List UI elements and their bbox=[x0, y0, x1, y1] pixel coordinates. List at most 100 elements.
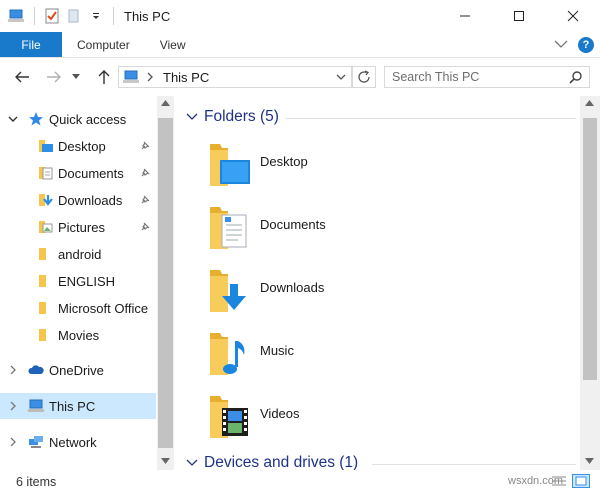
computer-icon bbox=[28, 399, 44, 412]
computer-icon bbox=[123, 70, 139, 83]
address-path[interactable]: This PC bbox=[163, 70, 209, 85]
forward-button[interactable] bbox=[40, 63, 68, 91]
view-switcher bbox=[550, 474, 590, 488]
folder-tile-desktop[interactable]: Desktop bbox=[208, 140, 468, 192]
toolbar-divider bbox=[34, 7, 35, 25]
computer-icon[interactable] bbox=[8, 7, 26, 25]
sidebar-item-english[interactable]: ENGLISH bbox=[0, 268, 156, 294]
chevron-down-icon[interactable] bbox=[7, 113, 19, 125]
nav-scrollbar-thumb[interactable] bbox=[158, 118, 173, 448]
downloads-folder-icon bbox=[210, 270, 246, 312]
chevron-right-icon[interactable] bbox=[7, 436, 19, 448]
folder-icon bbox=[39, 302, 46, 314]
folder-icon bbox=[39, 329, 46, 341]
sidebar-item-android[interactable]: android bbox=[0, 241, 156, 267]
pictures-folder-icon bbox=[39, 221, 53, 233]
refresh-icon bbox=[358, 70, 370, 83]
details-view-icon[interactable] bbox=[550, 474, 568, 488]
pin-icon[interactable] bbox=[139, 221, 151, 233]
chevron-down-icon bbox=[554, 40, 568, 48]
minimize-button[interactable] bbox=[438, 0, 492, 32]
maximize-icon bbox=[514, 11, 524, 21]
expand-ribbon-button[interactable] bbox=[554, 38, 568, 52]
ribbon-tabs: File Computer View ? bbox=[0, 32, 600, 58]
folder-tile-downloads[interactable]: Downloads bbox=[208, 266, 468, 318]
arrow-left-icon bbox=[15, 71, 29, 83]
star-icon bbox=[29, 112, 43, 126]
recent-locations-button[interactable] bbox=[66, 63, 86, 91]
sidebar-item-quick-access[interactable]: Quick access bbox=[0, 106, 156, 132]
status-bar: 6 items wsxdn.com bbox=[0, 470, 600, 494]
folder-tile-documents[interactable]: Documents bbox=[208, 203, 468, 255]
chevron-down-icon[interactable] bbox=[161, 458, 170, 464]
window-controls bbox=[438, 0, 600, 32]
search-icon bbox=[569, 71, 582, 84]
sidebar-item-microsoft-office[interactable]: Microsoft Office bbox=[0, 295, 156, 321]
tab-file[interactable]: File bbox=[0, 32, 62, 57]
up-button[interactable] bbox=[90, 63, 118, 91]
chevron-right-icon bbox=[147, 72, 153, 82]
back-button[interactable] bbox=[8, 63, 36, 91]
chevron-right-icon[interactable] bbox=[7, 364, 19, 376]
chevron-down-icon bbox=[336, 74, 346, 80]
sidebar-item-movies[interactable]: Movies bbox=[0, 322, 156, 348]
close-button[interactable] bbox=[546, 0, 600, 32]
sidebar-item-documents[interactable]: Documents bbox=[0, 160, 156, 186]
chevron-right-icon[interactable] bbox=[7, 400, 19, 412]
tab-computer[interactable]: Computer bbox=[62, 32, 145, 57]
refresh-button[interactable] bbox=[352, 66, 376, 88]
maximize-button[interactable] bbox=[492, 0, 546, 32]
address-bar[interactable]: This PC bbox=[118, 66, 352, 88]
help-icon[interactable]: ? bbox=[578, 37, 594, 53]
pin-icon[interactable] bbox=[139, 140, 151, 152]
sidebar-item-desktop[interactable]: Desktop bbox=[0, 133, 156, 159]
folder-tile-videos[interactable]: Videos bbox=[208, 392, 468, 444]
nav-scrollbar[interactable] bbox=[157, 96, 174, 470]
cloud-icon bbox=[28, 365, 44, 374]
content-scrollbar[interactable] bbox=[580, 96, 600, 470]
chevron-down-icon[interactable] bbox=[87, 7, 105, 25]
chevron-up-icon[interactable] bbox=[161, 100, 170, 106]
group-divider bbox=[286, 118, 576, 119]
network-icon bbox=[29, 436, 43, 448]
arrow-right-icon bbox=[47, 71, 61, 83]
content-scrollbar-thumb[interactable] bbox=[583, 118, 597, 380]
search-placeholder: Search This PC bbox=[392, 70, 480, 84]
window-title: This PC bbox=[124, 8, 171, 24]
minimize-icon bbox=[460, 15, 470, 17]
pin-icon[interactable] bbox=[139, 194, 151, 206]
navigation-pane: Quick access Desktop Documents Downloads… bbox=[0, 96, 174, 470]
toolbar-divider bbox=[113, 7, 114, 25]
sidebar-item-downloads[interactable]: Downloads bbox=[0, 187, 156, 213]
chevron-down-icon bbox=[186, 113, 198, 120]
arrow-up-icon bbox=[98, 70, 110, 84]
documents-folder-icon bbox=[210, 207, 247, 249]
chevron-up-icon[interactable] bbox=[585, 100, 594, 106]
sidebar-item-this-pc[interactable]: This PC bbox=[0, 393, 156, 419]
group-header-devices-and-drives[interactable]: Devices and drives (1) bbox=[186, 454, 358, 470]
documents-folder-icon bbox=[39, 167, 53, 180]
desktop-folder-icon bbox=[210, 144, 250, 186]
folder-tile-music[interactable]: Music bbox=[208, 329, 468, 381]
tab-view[interactable]: View bbox=[145, 32, 201, 57]
address-dropdown-button[interactable] bbox=[330, 66, 352, 88]
pin-icon[interactable] bbox=[139, 167, 151, 179]
music-folder-icon bbox=[210, 333, 245, 375]
quick-access-toolbar bbox=[0, 7, 118, 25]
sidebar-item-onedrive[interactable]: OneDrive bbox=[0, 357, 156, 383]
ribbon-right-controls: ? bbox=[554, 32, 594, 58]
large-icons-view-icon[interactable] bbox=[572, 474, 590, 488]
group-header-folders[interactable]: Folders (5) bbox=[186, 108, 279, 126]
chevron-down-icon[interactable] bbox=[585, 458, 594, 464]
sidebar-item-network[interactable]: Network bbox=[0, 429, 156, 455]
chevron-down-icon bbox=[186, 459, 198, 466]
folder-icon bbox=[39, 275, 46, 287]
item-count: 6 items bbox=[16, 475, 57, 489]
title-bar: This PC bbox=[0, 0, 600, 32]
new-folder-icon[interactable] bbox=[65, 7, 83, 25]
search-input[interactable]: Search This PC bbox=[384, 66, 590, 88]
properties-icon[interactable] bbox=[43, 7, 61, 25]
sidebar-item-pictures[interactable]: Pictures bbox=[0, 214, 156, 240]
desktop-folder-icon bbox=[39, 140, 53, 152]
content-pane: Folders (5) Desktop Documents Downloads … bbox=[174, 96, 600, 470]
